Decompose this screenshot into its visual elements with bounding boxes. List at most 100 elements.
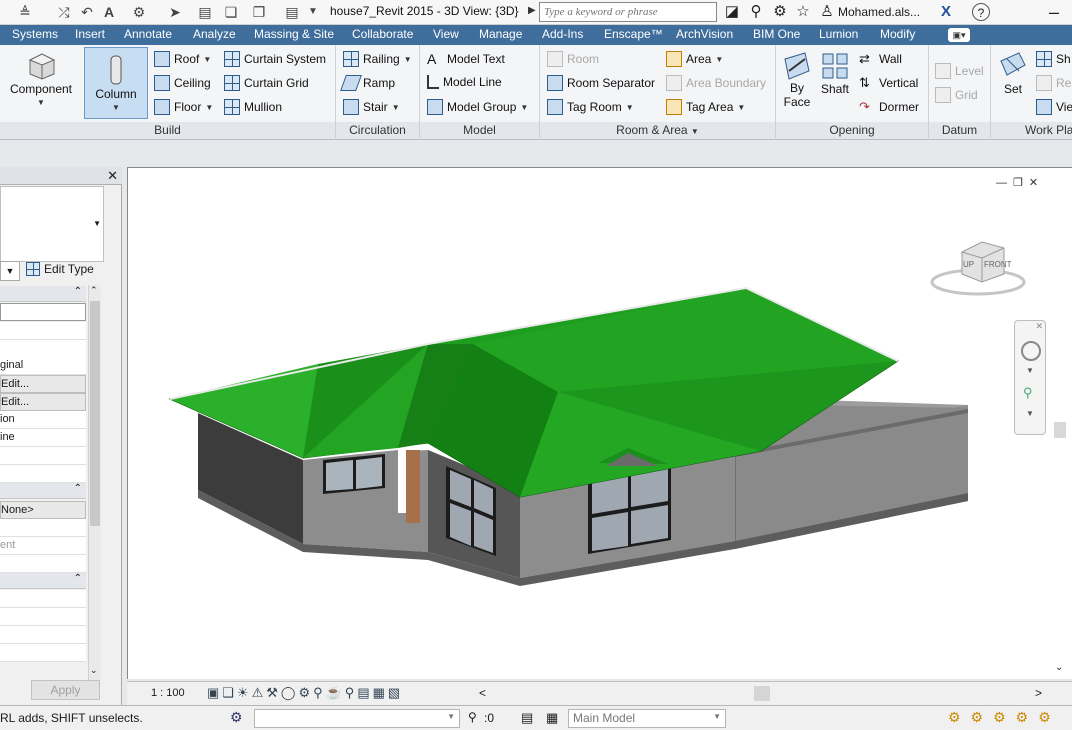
view-window-controls[interactable]: —❐✕ <box>996 176 1044 189</box>
measure-icon[interactable]: ⤮ <box>55 3 73 21</box>
binoculars-icon[interactable]: ◪ <box>722 3 742 21</box>
user-name[interactable]: Mohamed.als... <box>838 5 920 19</box>
roof-button[interactable]: Roof ▼ <box>154 51 211 67</box>
wall-opening-button[interactable]: ⇄ Wall <box>859 51 902 67</box>
tab-collaborate[interactable]: Collaborate <box>352 27 413 41</box>
dormer-button[interactable]: ↷ Dormer <box>859 99 919 115</box>
model-line-button[interactable]: Model Line <box>427 75 502 89</box>
build-panel-label[interactable]: Build <box>0 122 335 139</box>
property-dropdown[interactable]: None> <box>0 501 86 519</box>
floor-button[interactable]: Floor ▼ <box>154 99 213 115</box>
tab-analyze[interactable]: Analyze <box>193 27 236 41</box>
properties-header[interactable]: ✕ <box>0 167 122 185</box>
grid-button[interactable]: Grid <box>935 87 978 103</box>
dimension-icon[interactable]: ↶ <box>78 3 96 21</box>
scroll-down-icon[interactable]: ⌄ <box>1055 662 1063 673</box>
property-value[interactable] <box>0 590 86 608</box>
text-icon[interactable]: A <box>100 3 118 21</box>
communication-icon[interactable]: ⚙ <box>770 3 790 21</box>
steering-wheel-icon[interactable] <box>1021 341 1041 361</box>
area-button[interactable]: Area ▼ <box>666 51 723 67</box>
railing-button[interactable]: Railing ▼ <box>343 51 412 67</box>
tab-modify[interactable]: Modify <box>880 27 915 41</box>
close-hidden-icon[interactable]: ❏ <box>222 3 240 21</box>
tab-enscape[interactable]: Enscape™ <box>604 27 663 41</box>
tag-room-button[interactable]: Tag Room ▼ <box>547 99 634 115</box>
property-value[interactable] <box>0 303 86 321</box>
scrollbar-thumb[interactable] <box>1054 422 1066 438</box>
zoom-icon[interactable]: ⚲ <box>1023 385 1033 401</box>
property-value[interactable]: ginal <box>0 357 86 375</box>
close-icon[interactable]: ✕ <box>107 168 118 184</box>
qat-dropdown-icon[interactable]: ▼ <box>304 3 322 21</box>
viewport-scrollbar[interactable]: ⌄ <box>1054 178 1070 676</box>
thin-lines-icon[interactable]: ▤ <box>196 3 214 21</box>
property-value[interactable] <box>0 519 86 537</box>
property-value[interactable] <box>0 465 86 483</box>
subscription-icon[interactable]: ⚲ <box>746 3 766 21</box>
tab-archvision[interactable]: ArchVision <box>676 27 733 41</box>
ribbon-minimize-icon[interactable]: ▣▾ <box>948 28 970 42</box>
scroll-right-icon[interactable]: > <box>1035 686 1042 700</box>
viewer-button[interactable]: Vie <box>1036 99 1072 115</box>
property-value[interactable] <box>0 447 86 465</box>
property-edit-button[interactable]: Edit... <box>0 375 86 393</box>
3d-view-icon[interactable]: ⚙ <box>130 3 148 21</box>
property-value[interactable]: ine <box>0 429 86 447</box>
horizontal-scroll-thumb[interactable] <box>754 686 770 701</box>
chevron-down-icon[interactable]: ▼ <box>1026 409 1034 418</box>
selection-option-icons[interactable]: ⚙⚙⚙⚙⚙ <box>948 709 1061 726</box>
property-edit-button[interactable]: Edit... <box>0 393 86 411</box>
curtain-system-button[interactable]: Curtain System <box>224 51 326 67</box>
tab-view[interactable]: View <box>433 27 459 41</box>
model-text-button[interactable]: A Model Text <box>427 51 505 67</box>
view-scale[interactable]: 1 : 100 <box>151 687 185 699</box>
property-value[interactable] <box>0 340 86 358</box>
property-value[interactable] <box>0 644 86 662</box>
sync-icon[interactable]: ≜ <box>16 3 34 21</box>
tab-bim-one[interactable]: BIM One <box>753 27 800 41</box>
mullion-button[interactable]: Mullion <box>224 99 282 115</box>
minimize-icon[interactable]: – <box>1044 3 1064 21</box>
collapse-icon[interactable]: ⌃ <box>74 573 82 584</box>
tab-massing-site[interactable]: Massing & Site <box>254 27 334 41</box>
property-value[interactable] <box>0 626 86 644</box>
properties-section-header[interactable]: ⌃ <box>0 483 86 499</box>
level-button[interactable]: Level <box>935 63 984 79</box>
close-icon[interactable]: ✕ <box>1035 321 1043 332</box>
workset-dropdown[interactable]: ▼ <box>254 709 460 728</box>
viewcube[interactable]: UP FRONT <box>930 238 1030 298</box>
collapse-icon[interactable]: ⌃ <box>74 286 82 297</box>
properties-scrollbar[interactable]: ⌃ ⌄ <box>88 285 101 680</box>
exchange-apps-icon[interactable]: X <box>936 3 956 21</box>
curtain-grid-button[interactable]: Curtain Grid <box>224 75 309 91</box>
properties-section-header[interactable]: ⌃ <box>0 573 86 589</box>
section-icon[interactable]: ➤ <box>166 3 184 21</box>
design-option-dropdown[interactable]: Main Model ▼ <box>568 709 726 728</box>
switch-windows-icon[interactable]: ❐ <box>250 3 268 21</box>
worksets-icon[interactable]: ⚙ <box>230 709 243 726</box>
tab-systems[interactable]: Systems <box>12 27 58 41</box>
scroll-down-icon[interactable]: ⌄ <box>90 665 98 676</box>
shaft-button[interactable]: Shaft <box>819 51 851 96</box>
by-face-button[interactable]: By Face <box>782 51 812 109</box>
property-value[interactable] <box>0 555 86 573</box>
tab-lumion[interactable]: Lumion <box>819 27 858 41</box>
view-control-icons[interactable]: ▣❏☀⚠⚒◯⚙⚲☕⚲▤▦▧ <box>207 685 403 701</box>
chevron-down-icon[interactable]: ▼ <box>1026 366 1034 375</box>
model-group-button[interactable]: Model Group ▼ <box>427 99 528 115</box>
room-button[interactable]: Room <box>547 51 599 67</box>
instance-filter-dropdown[interactable]: ▼ <box>0 261 20 281</box>
property-value[interactable] <box>0 322 86 340</box>
3d-viewport[interactable]: —❐✕ UP FRONT ✕ ▼ ⚲ ▼ ⌄ <box>127 167 1072 679</box>
tab-insert[interactable]: Insert <box>75 27 105 41</box>
customize-qat-icon[interactable]: ▤ <box>283 3 301 21</box>
component-button[interactable]: Component ▼ <box>9 50 73 107</box>
ramp-button[interactable]: Ramp <box>340 75 395 91</box>
edit-type-button[interactable]: Edit Type <box>26 262 94 276</box>
vertical-opening-button[interactable]: ⇅ Vertical <box>859 75 918 91</box>
properties-section-header[interactable]: ⌃ <box>0 286 86 302</box>
favorites-icon[interactable]: ☆ <box>793 3 813 21</box>
property-value[interactable] <box>0 608 86 626</box>
search-input[interactable] <box>539 2 717 22</box>
